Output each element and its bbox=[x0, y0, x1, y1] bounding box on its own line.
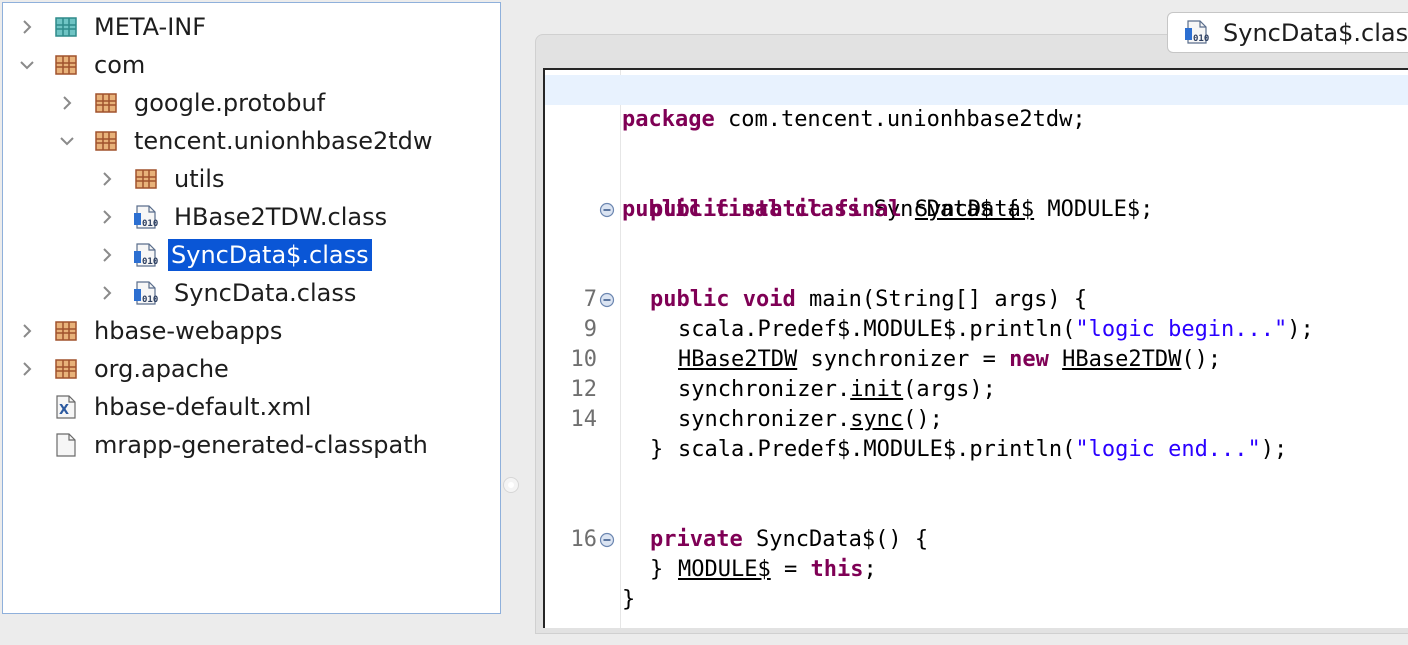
code-text: MODULE$; bbox=[1034, 197, 1154, 222]
keyword: public static final bbox=[650, 197, 902, 222]
tree-item-label: HBase2TDW.class bbox=[174, 203, 388, 231]
package-icon bbox=[54, 52, 78, 78]
chevron-down-icon[interactable] bbox=[57, 131, 77, 151]
xml-file-icon: X bbox=[54, 394, 78, 420]
code-line: 10 synchronizer.init(args); bbox=[545, 315, 1408, 402]
tree-item-label: hbase-default.xml bbox=[94, 393, 312, 421]
tree-item-meta-inf[interactable]: META-INF bbox=[3, 9, 500, 45]
fold-collapse-icon[interactable] bbox=[599, 472, 615, 548]
tree-item-label: mrapp-generated-classpath bbox=[94, 431, 428, 459]
tree-item-tencent-unionhbase2tdw[interactable]: tencent.unionhbase2tdw bbox=[3, 123, 500, 159]
string-literal: "logic end..." bbox=[1075, 437, 1261, 462]
svg-text:010: 010 bbox=[142, 295, 158, 305]
type-link[interactable]: SyncData$ bbox=[915, 197, 1034, 222]
code-line: 9 HBase2TDW synchronizer = new HBase2TDW… bbox=[545, 285, 1408, 372]
editor-tab-syncdata-dollar-class[interactable]: 010 SyncData$.class bbox=[1167, 12, 1408, 53]
tree-item-label: META-INF bbox=[94, 13, 207, 41]
tree-item-label: google.protobuf bbox=[134, 89, 326, 117]
code-text: scala.Predef$.MODULE$.println( bbox=[678, 437, 1076, 462]
chevron-right-icon[interactable] bbox=[97, 169, 117, 189]
package-icon bbox=[94, 90, 118, 116]
package-icon bbox=[54, 356, 78, 382]
code-editor[interactable]: package com.tencent.unionhbase2tdw; publ… bbox=[543, 68, 1408, 628]
tree-item-label: com bbox=[94, 51, 146, 79]
package-icon bbox=[134, 166, 158, 192]
code-line: 14 scala.Predef$.MODULE$.println("logic … bbox=[545, 375, 1408, 462]
tree-item-label: SyncData.class bbox=[174, 279, 357, 307]
tree-item-hbase-default-xml[interactable]: X hbase-default.xml bbox=[3, 389, 500, 425]
chevron-down-icon[interactable] bbox=[17, 55, 37, 75]
chevron-right-icon[interactable] bbox=[17, 321, 37, 341]
tree-item-label-selected: SyncData$.class bbox=[168, 239, 372, 271]
code-line: } bbox=[545, 555, 1408, 612]
class-file-icon: 010 bbox=[134, 280, 158, 306]
package-icon bbox=[54, 318, 78, 344]
code-line: public static final SyncData$ MODULE$; bbox=[545, 165, 1408, 222]
tree-item-utils[interactable]: utils bbox=[3, 161, 500, 197]
code-text: } bbox=[622, 587, 636, 612]
tree-item-syncdata-class[interactable]: 010 SyncData.class bbox=[3, 275, 500, 311]
code-text: } bbox=[650, 437, 664, 462]
svg-text:X: X bbox=[59, 403, 69, 418]
svg-text:010: 010 bbox=[142, 219, 158, 229]
tree-item-syncdata-dollar-class[interactable]: 010 SyncData$.class bbox=[3, 237, 500, 273]
editor-tab-label: SyncData$.class bbox=[1223, 19, 1408, 47]
svg-text:010: 010 bbox=[1193, 34, 1209, 44]
package-folder-icon bbox=[54, 14, 78, 40]
tree-item-com[interactable]: com bbox=[3, 47, 500, 83]
package-icon bbox=[94, 128, 118, 154]
class-file-icon: 010 bbox=[134, 242, 158, 268]
chevron-right-icon[interactable] bbox=[17, 359, 37, 379]
tree-item-org-apache[interactable]: org.apache bbox=[3, 351, 500, 387]
fold-collapse-icon[interactable] bbox=[599, 142, 615, 218]
chevron-right-icon[interactable] bbox=[97, 283, 117, 303]
tree-item-hbase2tdw-class[interactable]: 010 HBase2TDW.class bbox=[3, 199, 500, 235]
code-line: public void main(String[] args) { bbox=[545, 225, 1408, 312]
code-text: ); bbox=[1260, 437, 1288, 462]
code-line: } bbox=[545, 525, 1408, 582]
svg-text:010: 010 bbox=[142, 257, 158, 267]
chevron-right-icon[interactable] bbox=[97, 207, 117, 227]
code-line: 7 scala.Predef$.MODULE$.println("logic b… bbox=[545, 255, 1408, 342]
tree-item-label: tencent.unionhbase2tdw bbox=[134, 127, 433, 155]
code-line: package com.tencent.unionhbase2tdw; bbox=[545, 75, 1408, 132]
code-line: 16 MODULE$ = this; bbox=[545, 495, 1408, 582]
keyword: package bbox=[622, 107, 715, 132]
tree-item-mrapp-generated-classpath[interactable]: mrapp-generated-classpath bbox=[3, 427, 500, 463]
package-explorer-tree: META-INF com google.protobuf tencent.uni… bbox=[2, 2, 501, 614]
tree-item-label: org.apache bbox=[94, 355, 229, 383]
code-line: 12 synchronizer.sync(); bbox=[545, 345, 1408, 432]
splitter-handle[interactable] bbox=[503, 477, 519, 493]
tree-item-label: utils bbox=[174, 165, 225, 193]
tree-item-hbase-webapps[interactable]: hbase-webapps bbox=[3, 313, 500, 349]
code-text: com.tencent.unionhbase2tdw; bbox=[714, 107, 1086, 132]
chevron-right-icon[interactable] bbox=[97, 245, 117, 265]
chevron-right-icon[interactable] bbox=[57, 93, 77, 113]
tree-item-label: hbase-webapps bbox=[94, 317, 283, 345]
fold-collapse-icon[interactable] bbox=[599, 232, 615, 308]
file-icon bbox=[54, 432, 78, 458]
code-line: } bbox=[545, 405, 1408, 462]
tree-item-google-protobuf[interactable]: google.protobuf bbox=[3, 85, 500, 121]
class-file-icon: 010 bbox=[1185, 19, 1209, 45]
code-line: private SyncData$() { bbox=[545, 465, 1408, 552]
class-file-icon: 010 bbox=[134, 204, 158, 230]
code-line: public final class SyncData$ { bbox=[545, 135, 1408, 222]
chevron-right-icon[interactable] bbox=[17, 17, 37, 37]
